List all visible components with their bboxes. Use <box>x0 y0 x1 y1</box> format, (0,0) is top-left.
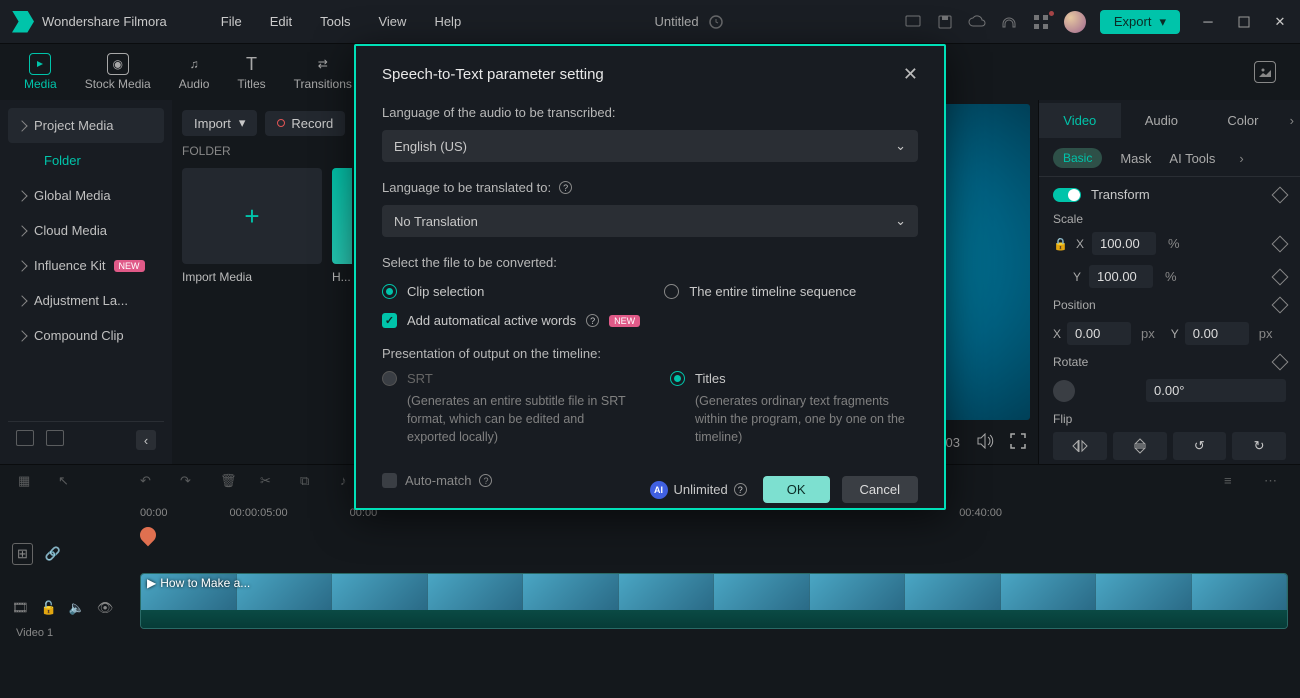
radio-icon <box>382 371 397 386</box>
radio-titles[interactable]: Titles <box>670 371 918 386</box>
radio-clip-selection[interactable]: Clip selection <box>382 284 484 299</box>
checkbox-icon: ✓ <box>382 313 397 328</box>
titles-description: (Generates ordinary text fragments withi… <box>670 392 918 446</box>
modal-title: Speech-to-Text parameter setting <box>382 66 604 83</box>
new-badge: NEW <box>609 315 640 327</box>
ok-button[interactable]: OK <box>763 476 830 503</box>
checkbox-active-words[interactable]: ✓ Add automatical active words ? NEW <box>382 313 918 328</box>
srt-description: (Generates an entire subtitle file in SR… <box>382 392 630 446</box>
radio-srt[interactable]: SRT <box>382 371 630 386</box>
help-icon[interactable]: ? <box>734 483 747 496</box>
chevron-down-icon: ⌄ <box>895 138 906 154</box>
unlimited-label: Unlimited <box>674 482 728 497</box>
output-label: Presentation of output on the timeline: <box>382 346 918 361</box>
radio-entire-timeline[interactable]: The entire timeline sequence <box>664 284 856 299</box>
radio-icon <box>670 371 685 386</box>
select-file-label: Select the file to be converted: <box>382 255 918 270</box>
help-icon[interactable]: ? <box>479 474 492 487</box>
language-label: Language of the audio to be transcribed: <box>382 105 918 120</box>
chevron-down-icon: ⌄ <box>895 213 906 229</box>
help-icon[interactable]: ? <box>559 181 572 194</box>
ai-badge-icon: AI <box>650 481 668 499</box>
radio-icon <box>664 284 679 299</box>
translate-label: Language to be translated to: ? <box>382 180 918 195</box>
checkbox-icon: ✓ <box>382 473 397 488</box>
cancel-button[interactable]: Cancel <box>842 476 918 503</box>
help-icon[interactable]: ? <box>586 314 599 327</box>
speech-to-text-modal: Speech-to-Text parameter setting ✕ Langu… <box>354 44 946 510</box>
radio-icon <box>382 284 397 299</box>
modal-close-button[interactable]: ✕ <box>903 64 918 85</box>
modal-overlay: Speech-to-Text parameter setting ✕ Langu… <box>0 0 1300 698</box>
language-select[interactable]: English (US) ⌄ <box>382 130 918 162</box>
translate-select[interactable]: No Translation ⌄ <box>382 205 918 237</box>
